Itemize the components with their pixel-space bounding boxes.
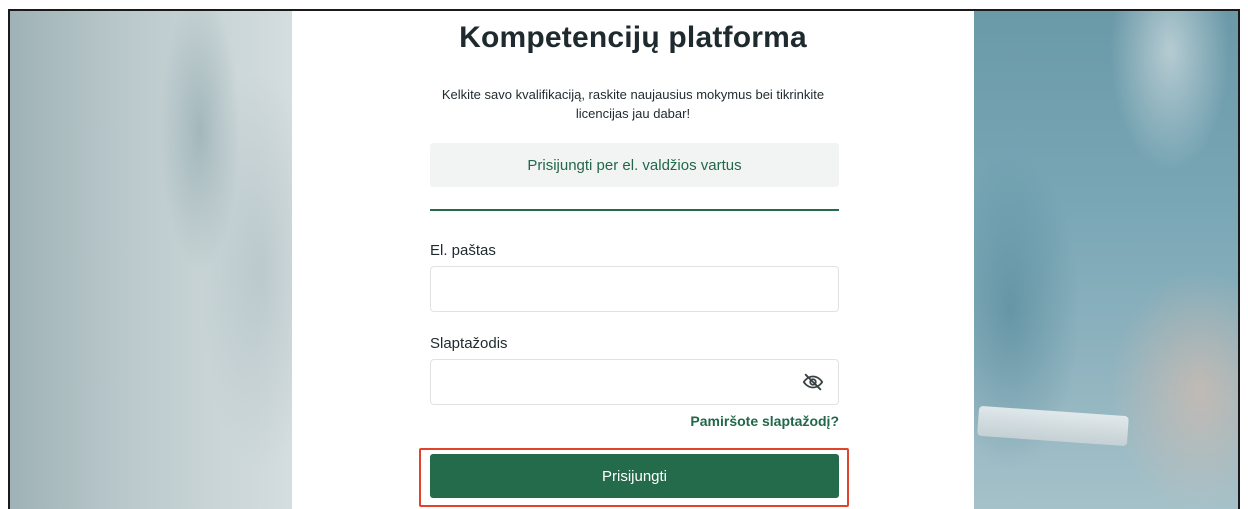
- background-image-right: [970, 11, 1238, 509]
- background-image-left: [10, 11, 292, 509]
- password-label: Slaptažodis: [430, 335, 508, 352]
- forgot-password-link[interactable]: Pamiršote slaptažodį?: [690, 413, 839, 429]
- eye-off-icon[interactable]: [802, 371, 824, 393]
- email-field[interactable]: [430, 266, 839, 312]
- eid-login-button[interactable]: Prisijungti per el. valdžios vartus: [430, 143, 839, 187]
- email-label: El. paštas: [430, 242, 496, 259]
- tablet-illustration: [977, 405, 1129, 447]
- page-subtitle: Kelkite savo kvalifikaciją, raskite nauj…: [441, 87, 825, 121]
- login-panel: Kompetencijų platforma Kelkite savo kval…: [292, 11, 974, 509]
- section-divider: [430, 209, 839, 211]
- page-title: Kompetencijų platforma: [459, 21, 807, 54]
- login-submit-button[interactable]: Prisijungti: [430, 454, 839, 498]
- viewport-frame: Kompetencijų platforma Kelkite savo kval…: [8, 9, 1240, 509]
- password-field[interactable]: [430, 359, 839, 405]
